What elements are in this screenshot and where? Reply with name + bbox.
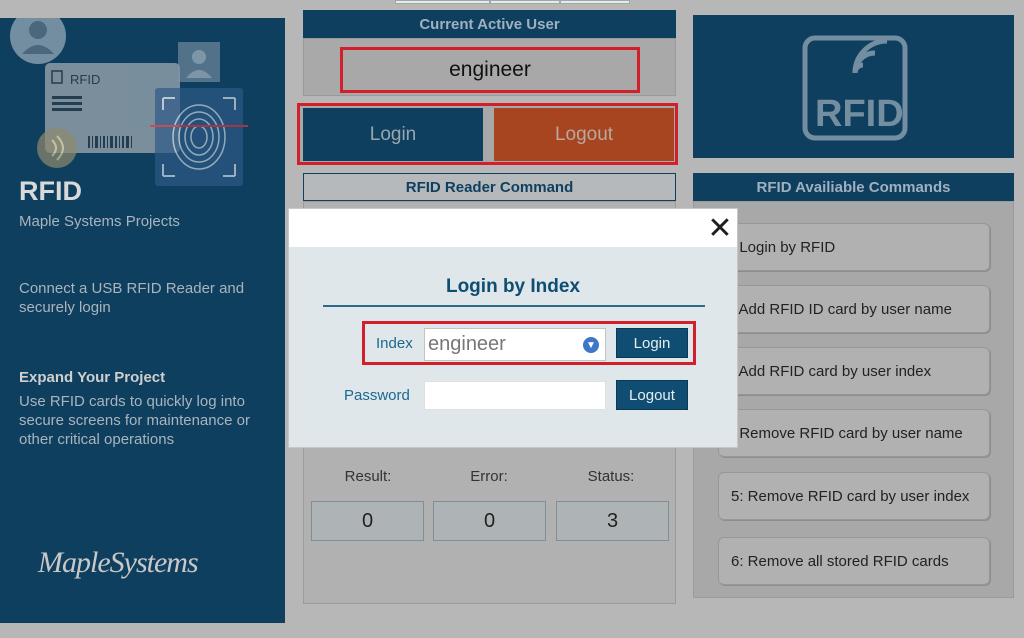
top-tab-1[interactable] (395, 0, 490, 4)
index-label: Index (376, 335, 413, 352)
login-button[interactable]: Login (303, 108, 483, 161)
dialog-logout-button[interactable]: Logout (616, 380, 688, 410)
dialog-login-button[interactable]: Login (616, 328, 688, 358)
maple-systems-logo: MapleSystems (38, 546, 199, 579)
rfid-logo-icon: RFID (802, 35, 908, 141)
cmd-login-by-rfid[interactable]: : Login by RFID (718, 223, 990, 271)
expand-description: Use RFID cards to quickly log into secur… (19, 393, 250, 448)
connect-description: Connect a USB RFID Reader and securely l… (19, 280, 245, 316)
current-user-header: Current Active User (303, 10, 676, 38)
current-user-field: engineer (340, 47, 640, 93)
close-icon[interactable]: ✕ (703, 211, 737, 245)
chevron-down-icon[interactable]: ▼ (583, 337, 599, 353)
cmd-add-card-by-name[interactable]: : Add RFID ID card by user name (718, 285, 990, 333)
dialog-titlebar (289, 209, 737, 247)
cmd-remove-all-cards[interactable]: 6: Remove all stored RFID cards (718, 537, 990, 585)
error-value: 0 (433, 501, 546, 541)
cmd-remove-card-by-name[interactable]: : Remove RFID card by user name (718, 409, 990, 457)
index-select[interactable]: engineer ▼ (424, 328, 606, 361)
rfid-logo-text: RFID (815, 93, 904, 135)
brand-panel: RFID (0, 18, 285, 623)
cmd-add-card-by-index[interactable]: : Add RFID card by user index (718, 347, 990, 395)
card-label: RFID (70, 72, 100, 87)
logout-button[interactable]: Logout (494, 108, 674, 161)
top-tab-3[interactable] (560, 0, 630, 4)
available-commands-header: RFID Availiable Commands (693, 173, 1014, 201)
rfid-hero-illustration: RFID (10, 18, 248, 186)
rfid-logo-panel: RFID (693, 15, 1014, 158)
result-label: Result: (344, 468, 392, 485)
cmd-remove-card-by-index[interactable]: 5: Remove RFID card by user index (718, 472, 990, 520)
result-value: 0 (311, 501, 424, 541)
index-select-value: engineer (428, 333, 506, 355)
top-tab-2[interactable] (490, 0, 560, 4)
brand-title: RFID (19, 176, 82, 206)
password-field[interactable] (424, 381, 606, 410)
reader-command-header: RFID Reader Command (304, 174, 675, 200)
expand-title: Expand Your Project (19, 369, 166, 386)
dialog-divider (323, 305, 705, 307)
password-label: Password (344, 387, 410, 404)
error-label: Error: (470, 468, 508, 485)
login-by-index-dialog: ✕ Login by Index Index engineer ▼ Login … (288, 208, 738, 448)
status-label: Status: (587, 468, 635, 485)
status-value: 3 (556, 501, 669, 541)
dialog-title: Login by Index (445, 276, 581, 297)
brand-subtitle: Maple Systems Projects (19, 213, 180, 230)
